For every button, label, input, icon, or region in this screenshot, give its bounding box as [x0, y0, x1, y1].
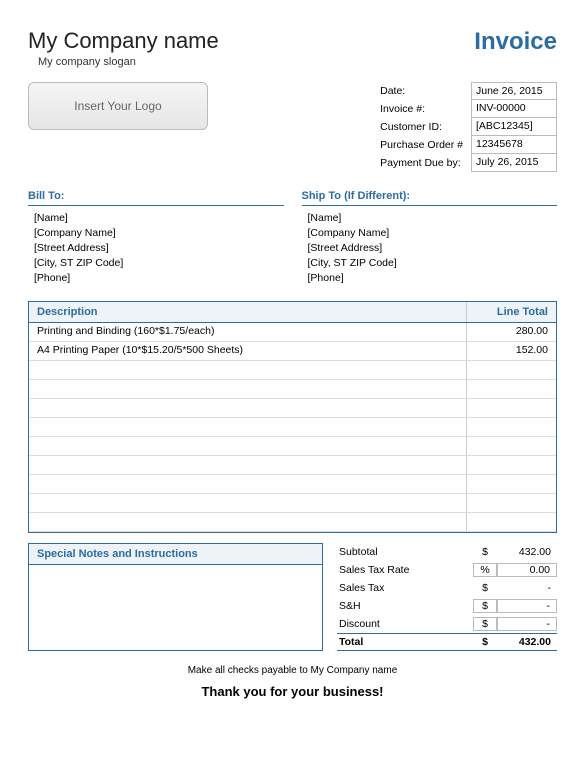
total-symbol: $	[473, 636, 497, 648]
item-total[interactable]: 280.00	[466, 323, 556, 341]
table-row[interactable]	[29, 513, 556, 532]
shipto-street[interactable]: [Street Address]	[308, 242, 558, 254]
table-row[interactable]	[29, 380, 556, 399]
sh-label: S&H	[337, 600, 473, 612]
label-due: Payment Due by:	[380, 154, 463, 172]
tax-label: Sales Tax	[337, 582, 473, 594]
table-row[interactable]	[29, 361, 556, 380]
billto-street[interactable]: [Street Address]	[34, 242, 284, 254]
logo-placeholder[interactable]: Insert Your Logo	[28, 82, 208, 130]
shipto-phone[interactable]: [Phone]	[308, 272, 558, 284]
item-total[interactable]	[466, 456, 556, 474]
taxrate-symbol: %	[473, 563, 497, 577]
billto-phone[interactable]: [Phone]	[34, 272, 284, 284]
item-total[interactable]	[466, 418, 556, 436]
discount-value[interactable]: -	[497, 617, 557, 631]
label-invoice-no: Invoice #:	[380, 100, 463, 118]
shipto-company[interactable]: [Company Name]	[308, 227, 558, 239]
thanks-text: Thank you for your business!	[28, 684, 557, 699]
item-desc[interactable]	[29, 456, 466, 474]
item-total[interactable]: 152.00	[466, 342, 556, 360]
company-name: My Company name	[28, 28, 219, 54]
notes-body[interactable]	[28, 565, 323, 651]
item-total[interactable]	[466, 475, 556, 493]
item-desc[interactable]	[29, 494, 466, 512]
table-row[interactable]	[29, 494, 556, 513]
billto-name[interactable]: [Name]	[34, 212, 284, 224]
total-label: Total	[337, 636, 473, 648]
invoice-title: Invoice	[474, 28, 557, 56]
billto-city[interactable]: [City, ST ZIP Code]	[34, 257, 284, 269]
item-total[interactable]	[466, 399, 556, 417]
item-total[interactable]	[466, 513, 556, 531]
value-customer-id[interactable]: [ABC12345]	[471, 118, 557, 136]
table-row[interactable]	[29, 456, 556, 475]
sh-value[interactable]: -	[497, 599, 557, 613]
col-line-total: Line Total	[466, 302, 556, 322]
shipto-header: Ship To (If Different):	[302, 190, 558, 206]
table-row[interactable]	[29, 475, 556, 494]
item-desc[interactable]: A4 Printing Paper (10*$15.20/5*500 Sheet…	[29, 342, 466, 360]
table-row[interactable]	[29, 418, 556, 437]
sh-symbol: $	[473, 599, 497, 613]
subtotal-label: Subtotal	[337, 546, 473, 558]
value-due[interactable]: July 26, 2015	[471, 154, 557, 172]
payable-text: Make all checks payable to My Company na…	[28, 665, 557, 676]
item-total[interactable]	[466, 361, 556, 379]
label-date: Date:	[380, 82, 463, 100]
table-row[interactable]	[29, 437, 556, 456]
discount-label: Discount	[337, 618, 473, 630]
col-description: Description	[29, 302, 466, 322]
value-date[interactable]: June 26, 2015	[471, 82, 557, 100]
subtotal-value: 432.00	[497, 546, 557, 558]
label-customer-id: Customer ID:	[380, 118, 463, 136]
item-desc[interactable]: Printing and Binding (160*$1.75/each)	[29, 323, 466, 341]
item-total[interactable]	[466, 437, 556, 455]
label-po: Purchase Order #	[380, 136, 463, 154]
item-desc[interactable]	[29, 380, 466, 398]
item-desc[interactable]	[29, 513, 466, 531]
notes-header: Special Notes and Instructions	[28, 543, 323, 565]
table-row[interactable]: A4 Printing Paper (10*$15.20/5*500 Sheet…	[29, 342, 556, 361]
billto-header: Bill To:	[28, 190, 284, 206]
table-row[interactable]: Printing and Binding (160*$1.75/each)280…	[29, 323, 556, 342]
item-desc[interactable]	[29, 399, 466, 417]
item-total[interactable]	[466, 380, 556, 398]
taxrate-label: Sales Tax Rate	[337, 564, 473, 576]
value-po[interactable]: 12345678	[471, 136, 557, 154]
invoice-meta: Date: Invoice #: Customer ID: Purchase O…	[380, 82, 557, 172]
discount-symbol: $	[473, 617, 497, 631]
totals-block: Subtotal $ 432.00 Sales Tax Rate % 0.00 …	[337, 543, 557, 651]
item-desc[interactable]	[29, 361, 466, 379]
billto-company[interactable]: [Company Name]	[34, 227, 284, 239]
shipto-name[interactable]: [Name]	[308, 212, 558, 224]
tax-value: -	[497, 582, 557, 594]
item-desc[interactable]	[29, 475, 466, 493]
billto-block: [Name] [Company Name] [Street Address] […	[28, 212, 284, 284]
item-desc[interactable]	[29, 418, 466, 436]
shipto-city[interactable]: [City, ST ZIP Code]	[308, 257, 558, 269]
value-invoice-no[interactable]: INV-00000	[471, 100, 557, 118]
taxrate-value[interactable]: 0.00	[497, 563, 557, 577]
subtotal-symbol: $	[473, 546, 497, 558]
total-value: 432.00	[497, 636, 557, 648]
company-slogan: My company slogan	[38, 56, 219, 68]
items-table: Description Line Total Printing and Bind…	[28, 301, 557, 533]
item-total[interactable]	[466, 494, 556, 512]
item-desc[interactable]	[29, 437, 466, 455]
shipto-block: [Name] [Company Name] [Street Address] […	[302, 212, 558, 284]
table-row[interactable]	[29, 399, 556, 418]
tax-symbol: $	[473, 582, 497, 594]
